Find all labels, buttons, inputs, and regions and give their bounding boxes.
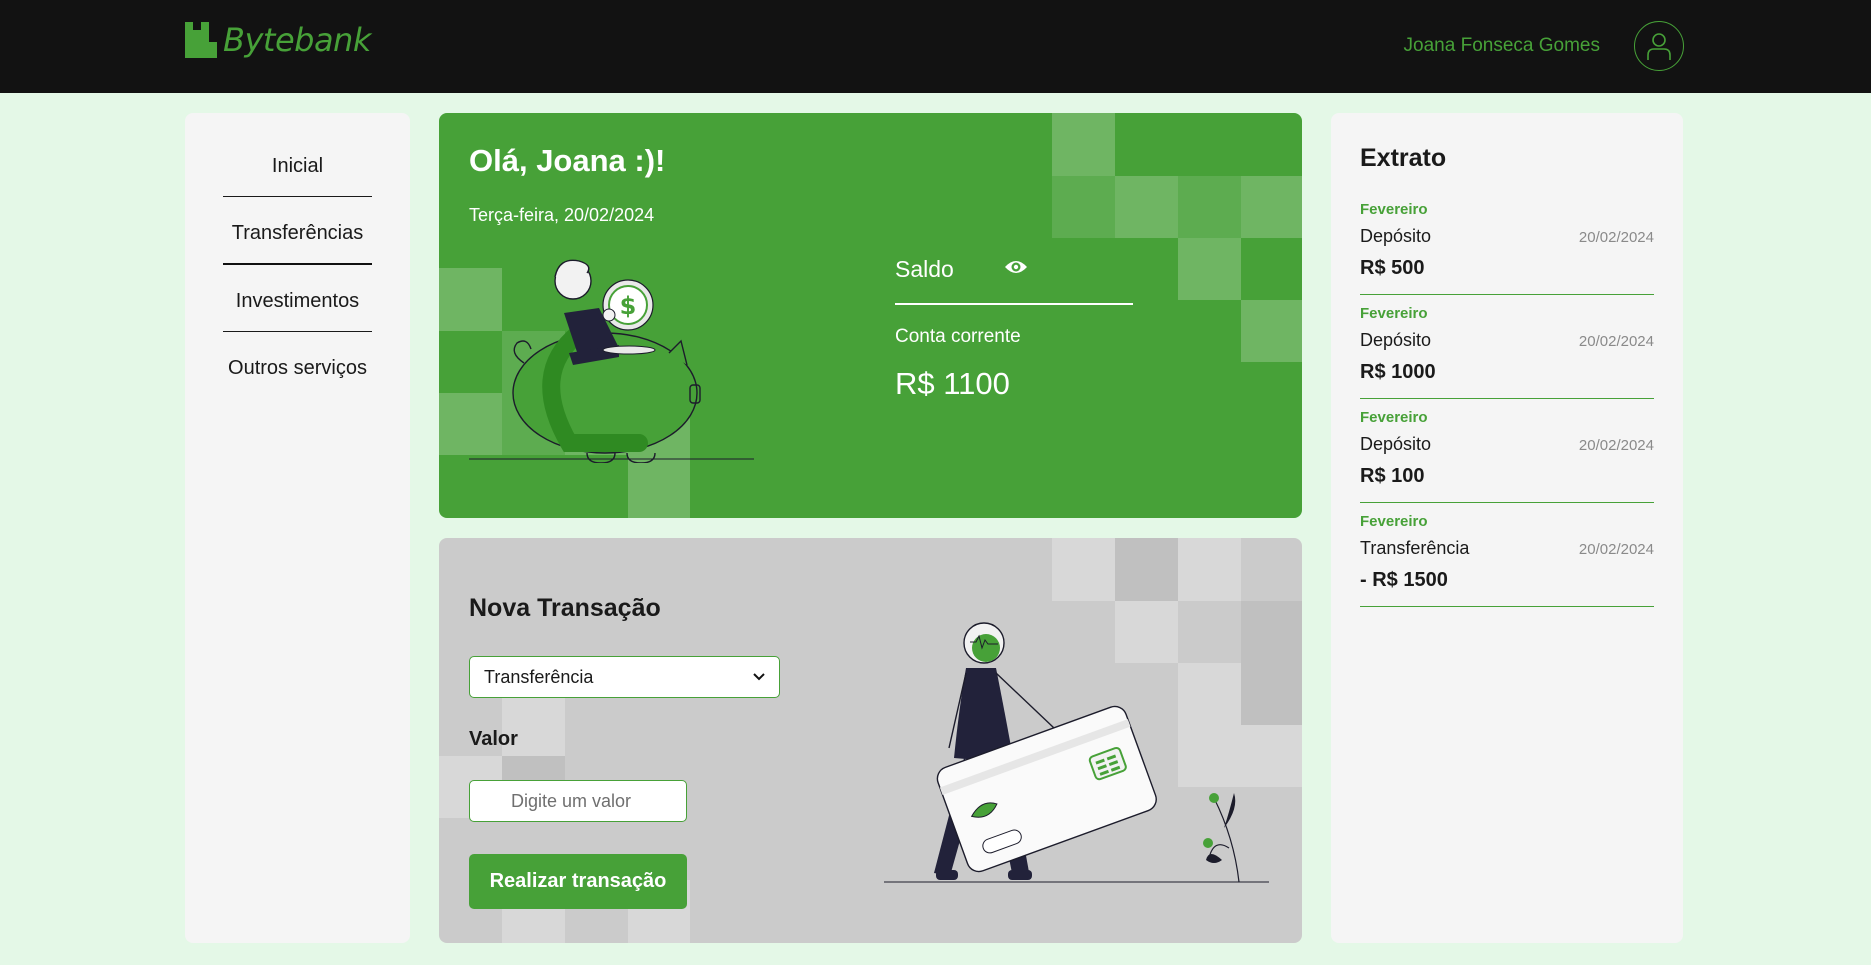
pixel-decoration xyxy=(1052,538,1115,601)
new-transaction-title: Nova Transação xyxy=(469,594,661,622)
statement-type: Depósito xyxy=(1360,226,1432,246)
pixel-decoration xyxy=(1241,176,1302,238)
account-type-label: Conta corrente xyxy=(895,326,1021,347)
sidebar-item-outros-servicos[interactable]: Outros serviços xyxy=(223,345,372,398)
statement-item[interactable]: Fevereiro Depósito 20/02/2024 R$ 500 xyxy=(1360,191,1654,295)
user-icon xyxy=(1647,33,1671,60)
statement-amount: R$ 100 xyxy=(1360,465,1425,487)
pixel-decoration xyxy=(628,455,690,518)
balance-label: Saldo xyxy=(895,256,954,282)
statement-date: 20/02/2024 xyxy=(1578,541,1654,558)
sidebar-nav: Inicial Transferências Investimentos Out… xyxy=(185,113,410,943)
pixel-decoration xyxy=(1115,176,1178,238)
pixel-decoration xyxy=(1178,176,1241,238)
pixel-decoration xyxy=(1178,538,1241,601)
sidebar-item-inicial[interactable]: Inicial xyxy=(223,143,372,197)
user-name: Joana Fonseca Gomes xyxy=(1403,35,1600,56)
statement-date: 20/02/2024 xyxy=(1578,229,1654,246)
statement-month: Fevereiro xyxy=(1360,513,1428,530)
pixel-decoration xyxy=(1178,238,1241,300)
statement-date: 20/02/2024 xyxy=(1578,333,1654,350)
svg-text:$: $ xyxy=(620,292,637,320)
transaction-type-select[interactable]: Transferência xyxy=(469,656,780,698)
new-transaction-card: Nova Transação Transferência Valor Digit… xyxy=(439,538,1302,943)
welcome-card: Olá, Joana :)! Terça-feira, 20/02/2024 $… xyxy=(439,113,1302,518)
credit-card-illustration xyxy=(884,622,1269,883)
statement-title: Extrato xyxy=(1360,144,1447,172)
avatar[interactable] xyxy=(1634,21,1684,71)
submit-transaction-button[interactable]: Realizar transação xyxy=(469,854,687,909)
sidebar-item-investimentos[interactable]: Investimentos xyxy=(223,278,372,332)
bytebank-logo[interactable]: Bytebank xyxy=(185,20,371,60)
statement-type: Depósito xyxy=(1360,434,1432,454)
amount-label: Valor xyxy=(469,728,518,750)
chevron-down-icon xyxy=(753,673,765,681)
current-date: Terça-feira, 20/02/2024 xyxy=(469,205,655,225)
statement-amount: R$ 1000 xyxy=(1360,361,1436,383)
eye-icon[interactable] xyxy=(1004,258,1028,276)
statement-panel: Extrato Fevereiro Depósito 20/02/2024 R$… xyxy=(1331,113,1683,943)
statement-item[interactable]: Fevereiro Transferência 20/02/2024 - R$ … xyxy=(1360,503,1654,607)
statement-type: Transferência xyxy=(1360,538,1470,558)
pixel-decoration xyxy=(1052,176,1115,238)
transaction-type-value: Transferência xyxy=(484,666,594,687)
pixel-decoration xyxy=(1241,300,1302,362)
statement-item[interactable]: Fevereiro Depósito 20/02/2024 R$ 100 xyxy=(1360,399,1654,503)
statement-amount: R$ 500 xyxy=(1360,257,1425,279)
statement-amount: - R$ 1500 xyxy=(1360,569,1448,591)
balance-divider xyxy=(895,303,1133,305)
pixel-decoration xyxy=(1115,538,1178,601)
greeting-title: Olá, Joana :)! xyxy=(469,143,666,178)
piggy-bank-illustration: $ xyxy=(469,259,754,463)
logo-mark-icon xyxy=(185,22,217,58)
statement-month: Fevereiro xyxy=(1360,201,1428,218)
statement-type: Depósito xyxy=(1360,330,1432,350)
logo-text: Bytebank xyxy=(223,21,371,59)
statement-date: 20/02/2024 xyxy=(1578,437,1654,454)
sidebar-item-transferencias[interactable]: Transferências xyxy=(223,210,372,265)
amount-input[interactable]: Digite um valor xyxy=(469,780,687,822)
pixel-decoration xyxy=(1052,113,1115,176)
statement-item[interactable]: Fevereiro Depósito 20/02/2024 R$ 1000 xyxy=(1360,295,1654,399)
top-bar: Bytebank Joana Fonseca Gomes xyxy=(0,0,1871,93)
statement-month: Fevereiro xyxy=(1360,305,1428,322)
balance-value: R$ 1100 xyxy=(895,366,1010,401)
statement-month: Fevereiro xyxy=(1360,409,1428,426)
amount-placeholder: Digite um valor xyxy=(511,790,632,811)
